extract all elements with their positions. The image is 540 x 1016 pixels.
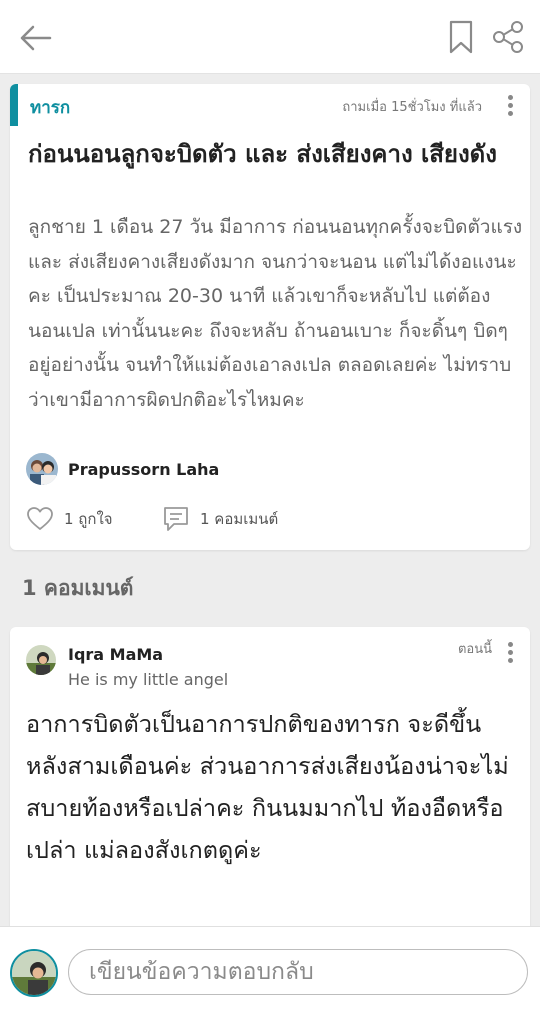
reply-input[interactable] [68, 949, 528, 995]
reply-bar [0, 926, 540, 1016]
post-body: ลูกชาย 1 เดือน 27 วัน มีอาการ ก่อนนอนทุก… [28, 216, 523, 411]
bookmark-icon [449, 20, 473, 54]
post-time: ถามเมื่อ 15ชั่วโมง ที่แล้ว [342, 100, 482, 115]
comment-button[interactable]: 1 คอมเมนต์ [162, 502, 278, 536]
commenter-name[interactable]: Iqra MaMa [68, 645, 163, 664]
comment-more-button[interactable] [500, 639, 520, 667]
post-card: ทารก ถามเมื่อ 15ชั่วโมง ที่แล้ว ก่อนนอนล… [10, 84, 530, 550]
commenter-tagline: He is my little angel [68, 670, 229, 689]
comments-heading: 1 คอมเมนต์ [22, 576, 134, 600]
post-title: ก่อนนอนลูกจะบิดตัว และ ส่งเสียงคาง เสียง… [28, 140, 497, 168]
comment-card: Iqra MaMa He is my little angel ตอนนี้ อ… [10, 627, 530, 937]
share-button[interactable] [490, 19, 526, 55]
post-category[interactable]: ทารก [30, 94, 70, 121]
post-more-button[interactable] [500, 92, 520, 120]
comment-time: ตอนนี้ [457, 642, 492, 657]
bookmark-button[interactable] [447, 19, 475, 55]
back-button[interactable] [16, 20, 56, 56]
comment-count: 1 คอมเมนต์ [200, 510, 279, 528]
heart-icon [27, 507, 53, 530]
arrow-left-icon [20, 25, 52, 51]
share-icon [493, 21, 523, 53]
comment-icon [164, 507, 188, 531]
top-bar [0, 0, 540, 74]
commenter-avatar[interactable] [26, 645, 56, 675]
author-name: Prapussorn Laha [68, 459, 220, 479]
post-author[interactable]: Prapussorn Laha [26, 452, 219, 486]
like-button[interactable]: 1 ถูกใจ [26, 502, 113, 536]
category-accent-bar [10, 84, 18, 126]
comment-text: อาการบิดตัวเป็นอาการปกติของทารก จะดีขึ้น… [26, 710, 509, 864]
like-count: 1 ถูกใจ [64, 510, 113, 528]
current-user-avatar [10, 949, 58, 997]
author-avatar [26, 453, 58, 485]
